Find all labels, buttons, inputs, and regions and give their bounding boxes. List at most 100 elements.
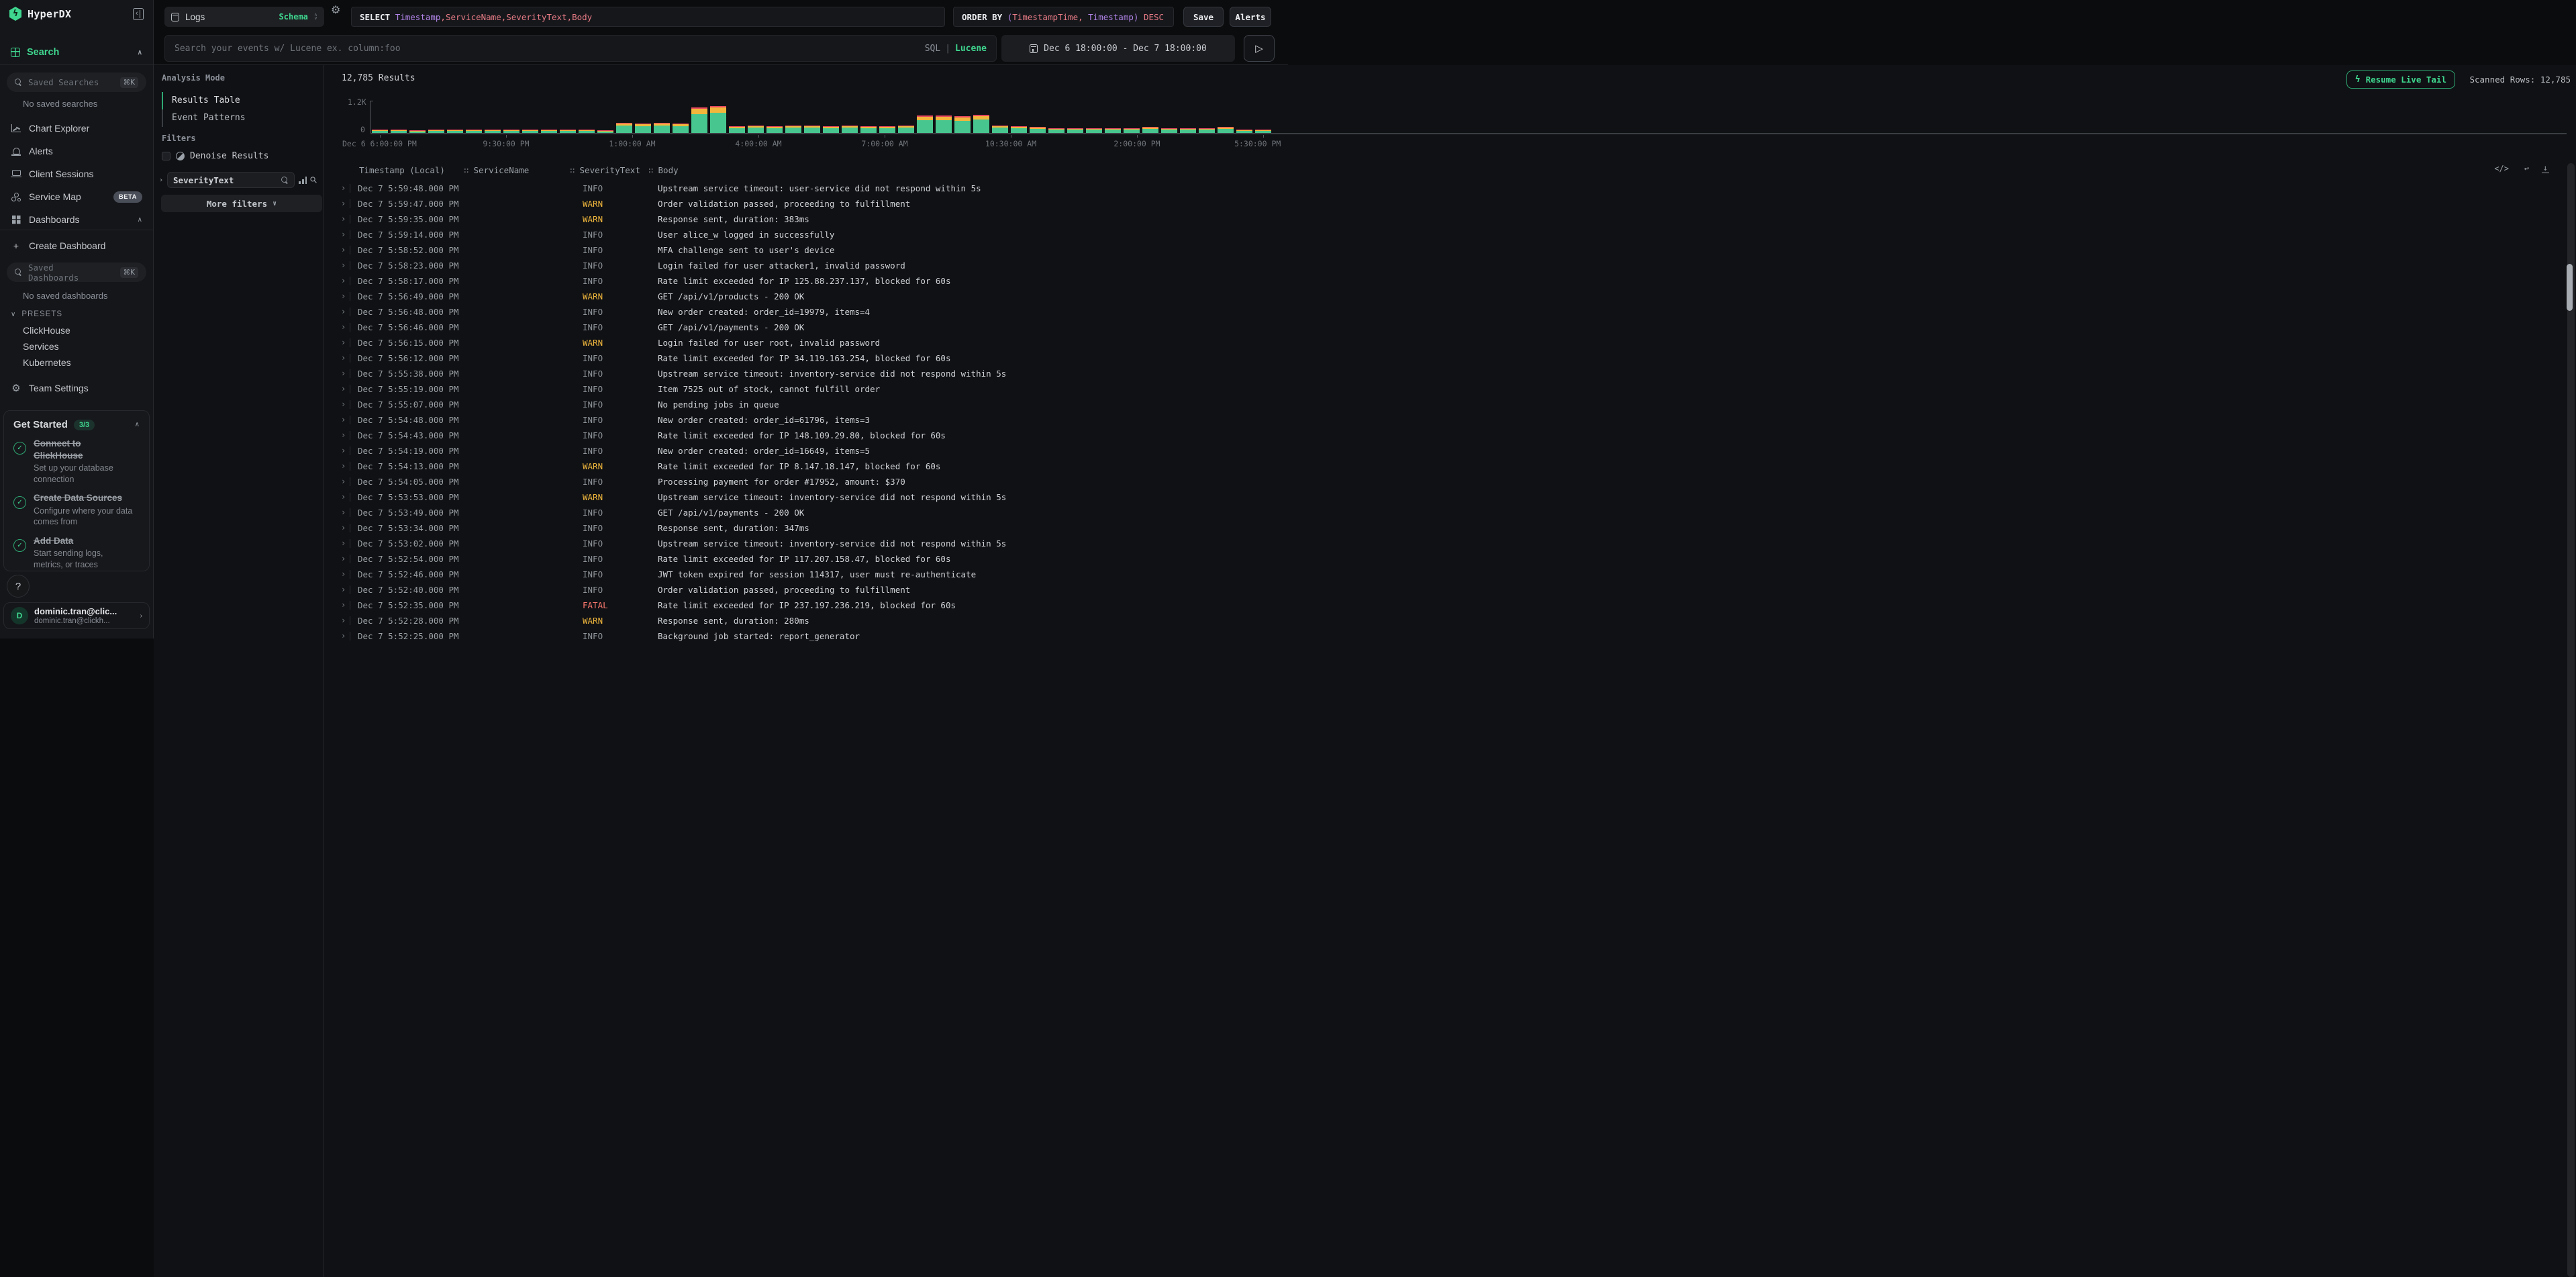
sidebar-item-service-map[interactable]: Service Map BETA <box>0 185 153 208</box>
histogram-bar[interactable] <box>1030 127 1046 133</box>
histogram-bar[interactable] <box>898 126 914 133</box>
sql-toggle[interactable]: SQL <box>925 44 940 54</box>
histogram-bar[interactable] <box>485 130 501 133</box>
expand-row-icon[interactable]: › <box>341 443 346 459</box>
histogram-bar[interactable] <box>1142 127 1158 133</box>
more-filters-button[interactable]: More filters ∨ <box>161 195 322 212</box>
histogram-bar[interactable] <box>673 124 689 133</box>
histogram-bar[interactable] <box>936 115 952 133</box>
expand-row-icon[interactable]: › <box>341 613 346 628</box>
drag-handle-icon[interactable]: ∷ <box>464 165 469 175</box>
histogram-bar[interactable] <box>766 126 783 133</box>
histogram-bar[interactable] <box>804 126 820 133</box>
histogram-bar[interactable] <box>1161 128 1177 133</box>
table-row[interactable]: ›Dec 7 5:54:05.000 PMINFOProcessing paym… <box>324 474 2567 489</box>
chevron-right-icon[interactable]: › <box>159 177 163 184</box>
expand-row-icon[interactable]: › <box>341 335 346 350</box>
histogram-bar[interactable] <box>1124 128 1140 133</box>
chevron-up-icon[interactable]: ∧ <box>135 421 140 428</box>
histogram-bar[interactable] <box>748 126 764 133</box>
expand-row-icon[interactable]: › <box>341 289 346 304</box>
histogram-bar[interactable] <box>447 130 463 133</box>
save-button[interactable]: Save <box>1183 7 1224 27</box>
alerts-button[interactable]: Alerts <box>1230 7 1271 27</box>
user-menu[interactable]: D dominic.tran@clic... dominic.tran@clic… <box>3 602 150 629</box>
histogram-bar[interactable] <box>860 126 877 133</box>
table-row[interactable]: ›Dec 7 5:53:34.000 PMINFOResponse sent, … <box>324 520 2567 536</box>
table-row[interactable]: ›Dec 7 5:53:49.000 PMINFOGET /api/v1/pay… <box>324 505 2567 520</box>
histogram-bar[interactable] <box>372 130 388 133</box>
table-row[interactable]: ›Dec 7 5:55:19.000 PMINFOItem 7525 out o… <box>324 381 2567 397</box>
histogram-bar[interactable] <box>503 130 519 133</box>
histogram-bar[interactable] <box>541 130 557 133</box>
histogram-bar[interactable] <box>409 130 426 133</box>
histogram-bar[interactable] <box>466 130 482 133</box>
expand-row-icon[interactable]: › <box>341 505 346 520</box>
histogram-bar[interactable] <box>691 107 707 133</box>
sidebar-item-alerts[interactable]: Alerts <box>0 140 153 162</box>
histogram-bar[interactable] <box>597 130 613 133</box>
histogram-plot[interactable] <box>370 101 2567 133</box>
histogram-bar[interactable] <box>917 115 933 133</box>
table-row[interactable]: ›Dec 7 5:54:48.000 PMINFONew order creat… <box>324 412 2567 428</box>
expand-row-icon[interactable]: › <box>341 428 346 443</box>
histogram-bar[interactable] <box>842 126 858 133</box>
histogram-bar[interactable] <box>785 126 801 133</box>
bar-chart-icon[interactable] <box>299 177 307 184</box>
expand-row-icon[interactable]: › <box>341 181 346 196</box>
histogram-bar[interactable] <box>992 126 1008 133</box>
expand-row-icon[interactable]: › <box>341 520 346 536</box>
expand-row-icon[interactable]: › <box>341 366 346 381</box>
select-query-input[interactable]: SELECT Timestamp,ServiceName,SeverityTex… <box>351 7 945 27</box>
scrollbar-track[interactable] <box>2567 163 2575 1277</box>
histogram-bar[interactable] <box>1255 130 1271 133</box>
histogram-bar[interactable] <box>616 123 632 133</box>
histogram-bar[interactable] <box>954 116 971 133</box>
table-row[interactable]: ›Dec 7 5:55:07.000 PMINFONo pending jobs… <box>324 397 2567 412</box>
source-settings-gear-icon[interactable]: ⚙ <box>331 3 340 17</box>
histogram-bar[interactable] <box>1011 126 1027 133</box>
expand-row-icon[interactable]: › <box>341 211 346 227</box>
column-header-timestamp[interactable]: Timestamp (Local) <box>359 165 445 175</box>
expand-row-icon[interactable]: › <box>341 258 346 273</box>
sidebar-section-search[interactable]: Search ∧ <box>0 42 153 63</box>
expand-row-icon[interactable]: › <box>341 536 346 551</box>
table-row[interactable]: ›Dec 7 5:56:46.000 PMINFOGET /api/v1/pay… <box>324 320 2567 335</box>
table-row[interactable]: ›Dec 7 5:54:19.000 PMINFONew order creat… <box>324 443 2567 459</box>
event-search-input[interactable]: Search your events w/ Lucene ex. column:… <box>164 35 997 62</box>
mode-results-table[interactable]: Results Table <box>162 92 315 109</box>
histogram-bar[interactable] <box>391 130 407 133</box>
table-row[interactable]: ›Dec 7 5:56:12.000 PMINFORate limit exce… <box>324 350 2567 366</box>
table-row[interactable]: ›Dec 7 5:52:40.000 PMINFOOrder validatio… <box>324 582 2567 598</box>
expand-row-icon[interactable]: › <box>341 397 346 412</box>
mode-event-patterns[interactable]: Event Patterns <box>162 109 315 127</box>
histogram-bar[interactable] <box>560 130 576 133</box>
histogram-bar[interactable] <box>710 106 726 133</box>
table-row[interactable]: ›Dec 7 5:56:48.000 PMINFONew order creat… <box>324 304 2567 320</box>
table-row[interactable]: ›Dec 7 5:53:53.000 PMWARNUpstream servic… <box>324 489 2567 505</box>
events-histogram[interactable]: 1.2K 0 Dec 6 6:00:00 PM9:30:00 PM1:00:00… <box>324 99 2576 147</box>
expand-row-icon[interactable]: › <box>341 474 346 489</box>
expand-row-icon[interactable]: › <box>341 242 346 258</box>
histogram-bar[interactable] <box>1180 128 1196 133</box>
table-row[interactable]: ›Dec 7 5:52:28.000 PMWARNResponse sent, … <box>324 613 2567 628</box>
download-icon[interactable]: ↓ <box>2542 164 2549 173</box>
histogram-bar[interactable] <box>1048 128 1064 133</box>
preset-clickhouse[interactable]: ClickHouse <box>0 322 153 338</box>
drag-handle-icon[interactable]: ∷ <box>570 165 575 175</box>
get-started-item-sources[interactable]: ✓ Create Data Sources Configure where yo… <box>13 492 140 528</box>
expand-row-icon[interactable]: › <box>341 582 346 598</box>
saved-searches-input[interactable]: Saved Searches ⌘K <box>7 73 146 92</box>
histogram-bar[interactable] <box>654 123 670 133</box>
table-row[interactable]: ›Dec 7 5:59:35.000 PMWARNResponse sent, … <box>324 211 2567 227</box>
histogram-bar[interactable] <box>973 115 989 133</box>
table-row[interactable]: ›Dec 7 5:59:47.000 PMWARNOrder validatio… <box>324 196 2567 211</box>
code-view-icon[interactable]: </> <box>2494 164 2509 173</box>
table-row[interactable]: ›Dec 7 5:59:48.000 PMINFOUpstream servic… <box>324 181 2567 196</box>
expand-row-icon[interactable]: › <box>341 459 346 474</box>
preset-services[interactable]: Services <box>0 338 153 354</box>
expand-row-icon[interactable]: › <box>341 381 346 397</box>
histogram-bar[interactable] <box>428 130 444 133</box>
wrap-lines-icon[interactable]: ↩ <box>2524 164 2529 173</box>
expand-row-icon[interactable]: › <box>341 598 346 613</box>
